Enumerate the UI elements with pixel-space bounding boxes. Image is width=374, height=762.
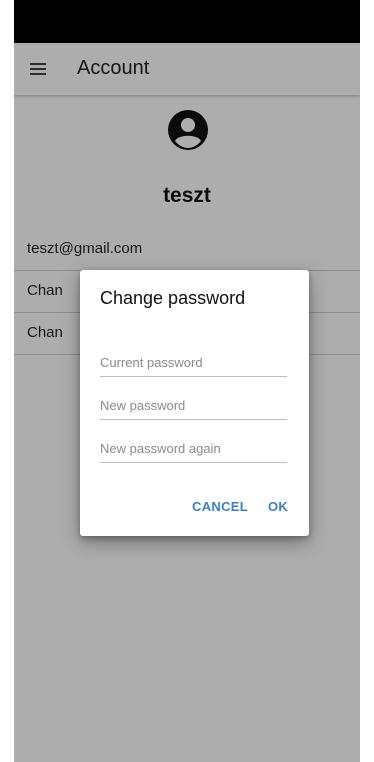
dialog-title: Change password bbox=[100, 288, 246, 308]
cancel-button[interactable]: CANCEL bbox=[192, 499, 248, 514]
ok-button[interactable]: OK bbox=[268, 499, 288, 514]
app-screen: Account teszt teszt@gmail.com Chan Chan … bbox=[14, 0, 360, 762]
new-password-input[interactable] bbox=[100, 392, 287, 420]
current-password-input[interactable] bbox=[100, 349, 287, 377]
status-bar bbox=[14, 0, 360, 43]
change-password-dialog: Change password CANCEL OK bbox=[80, 270, 309, 536]
new-password-again-input[interactable] bbox=[100, 435, 287, 463]
